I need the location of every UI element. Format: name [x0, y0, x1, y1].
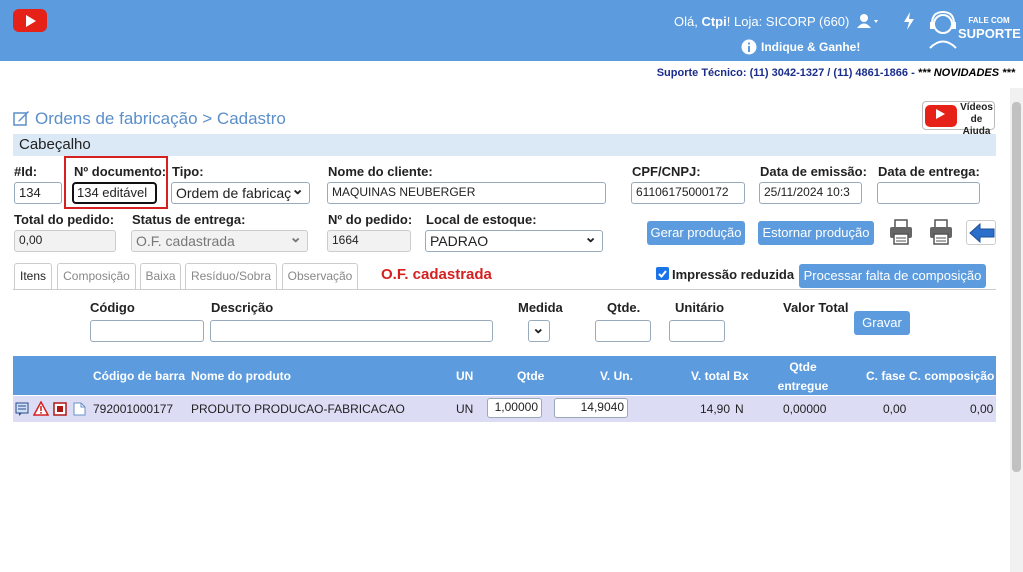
tab-baixa[interactable]: Baixa	[140, 263, 181, 290]
item-code-field[interactable]	[90, 320, 204, 342]
news-link[interactable]: *** NOVIDADES ***	[918, 67, 1015, 79]
cell-phase-cost: 0,00	[883, 402, 907, 416]
cell-un: UN	[456, 402, 474, 416]
medida-label: Medida	[518, 300, 563, 315]
info-icon	[741, 39, 757, 55]
row-qty-field[interactable]: 1,00000	[487, 398, 542, 418]
descricao-label: Descrição	[211, 300, 274, 315]
col-unit-value: V. Un.	[600, 369, 633, 383]
user-icon[interactable]	[856, 13, 880, 29]
item-qty-field[interactable]	[595, 320, 651, 342]
store-name: Loja: SICORP (660)	[734, 14, 850, 29]
printer-reduced-icon[interactable]	[928, 218, 954, 246]
col-composition-cost: C. composição	[909, 369, 995, 383]
tab-divider	[13, 289, 996, 290]
col-barcode: Código de barra	[93, 369, 186, 383]
section-header: Cabeçalho	[13, 134, 996, 156]
support-caption: FALE COM	[968, 16, 1010, 25]
item-unit-price-field[interactable]	[669, 320, 725, 342]
page-title: Ordens de fabricação > Cadastro	[35, 109, 286, 128]
valor-total-label: Valor Total	[783, 300, 849, 315]
back-arrow-icon	[969, 223, 995, 243]
qtde-label: Qtde.	[607, 300, 641, 315]
refer-link[interactable]: Indique & Ganhe!	[761, 40, 860, 54]
id-field[interactable]: 134	[14, 182, 62, 204]
support-phones: Suporte Técnico: (11) 3042-1327 / (11) 4…	[656, 67, 1015, 79]
cell-composition-cost: 0,00	[970, 402, 994, 416]
order-number-field[interactable]: 1664	[327, 230, 411, 252]
cell-qty-delivered: 0,00000	[783, 402, 827, 416]
codigo-label: Código	[90, 300, 135, 315]
tipo-label: Tipo:	[172, 164, 204, 179]
video-help-label-1: Vídeos	[960, 102, 993, 113]
emissao-label: Data de emissão:	[760, 164, 867, 179]
edit-icon	[13, 111, 29, 126]
status-label: Status de entrega:	[132, 212, 246, 227]
status-text: O.F. cadastrada	[381, 266, 492, 283]
cpf-label: CPF/CNPJ:	[632, 164, 701, 179]
order-total-field: 0,00	[14, 230, 116, 252]
document-icon[interactable]	[73, 402, 86, 416]
reduced-print-checkbox[interactable]	[656, 267, 669, 280]
support-link[interactable]: SUPORTE	[958, 26, 1021, 41]
tab-itens[interactable]: Itens	[14, 263, 52, 290]
tipo-select[interactable]: Ordem de fabricaç	[171, 182, 310, 204]
id-label: #Id:	[14, 164, 38, 179]
stock-location-select[interactable]: PADRAO	[425, 230, 603, 252]
section-title: Cabeçalho	[19, 136, 91, 153]
warning-icon[interactable]	[33, 401, 49, 416]
check-icon	[658, 270, 667, 278]
generate-production-button[interactable]: Gerar produção	[647, 221, 745, 245]
save-item-button[interactable]: Gravar	[854, 311, 910, 335]
top-bar	[0, 0, 1023, 61]
cliente-label: Nome do cliente:	[328, 164, 433, 179]
youtube-logo-icon[interactable]	[13, 9, 47, 32]
tab-observacao[interactable]: Observação	[282, 263, 358, 290]
row-unit-value-field[interactable]: 14,9040	[554, 398, 628, 418]
item-description-field[interactable]	[210, 320, 493, 342]
col-total-bx: V. total Bx	[691, 369, 749, 383]
lightning-icon[interactable]	[903, 12, 915, 30]
col-phase-cost: C. fase	[866, 369, 906, 383]
cell-total-bx: 14,90	[700, 402, 731, 416]
scrollbar-thumb[interactable]	[1012, 102, 1021, 472]
total-label: Total do pedido:	[14, 212, 115, 227]
production-icon[interactable]	[53, 402, 67, 416]
col-product: Nome do produto	[191, 369, 291, 383]
process-missing-composition-button[interactable]: Processar falta de composição	[799, 264, 986, 288]
reduced-print-label: Impressão reduzida	[672, 267, 795, 282]
cell-product: PRODUTO PRODUCAO-FABRICACAO	[191, 402, 405, 416]
unitario-label: Unitário	[675, 300, 725, 315]
cell-flag: N	[735, 402, 744, 416]
client-name-field[interactable]: MAQUINAS NEUBERGER	[327, 182, 606, 204]
col-un: UN	[456, 369, 474, 383]
measure-select[interactable]: ⌄	[528, 320, 550, 342]
delivery-date-field[interactable]	[877, 182, 980, 204]
comment-icon[interactable]	[15, 402, 29, 416]
local-label: Local de estoque:	[426, 212, 537, 227]
cell-barcode: 792001000177	[93, 402, 174, 416]
tab-composicao[interactable]: Composição	[57, 263, 136, 290]
doc-label: Nº documento:	[74, 164, 167, 179]
document-number-field[interactable]: 134 editável	[72, 182, 157, 204]
greeting: Olá, Ctpi! Loja: SICORP (660)	[674, 14, 850, 29]
col-qty-delivered: Qtde entregue	[777, 360, 829, 393]
reverse-production-button[interactable]: Estornar produção	[758, 221, 874, 245]
delivery-status-select[interactable]: O.F. cadastrada	[131, 230, 308, 252]
entrega-label: Data de entrega:	[878, 164, 980, 179]
pedido-label: Nº do pedido:	[328, 212, 413, 227]
cpf-cnpj-field[interactable]: 61106175000172	[631, 182, 745, 204]
back-button[interactable]	[966, 220, 996, 245]
col-qty: Qtde	[517, 369, 545, 383]
support-headset-icon[interactable]	[926, 9, 960, 49]
issue-date-field[interactable]: 25/11/2024 10:3	[759, 182, 862, 204]
tab-residuo[interactable]: Resíduo/Sobra	[185, 263, 277, 290]
printer-icon[interactable]	[888, 218, 914, 246]
video-help-button[interactable]: Vídeos de Ajuda	[922, 101, 995, 137]
